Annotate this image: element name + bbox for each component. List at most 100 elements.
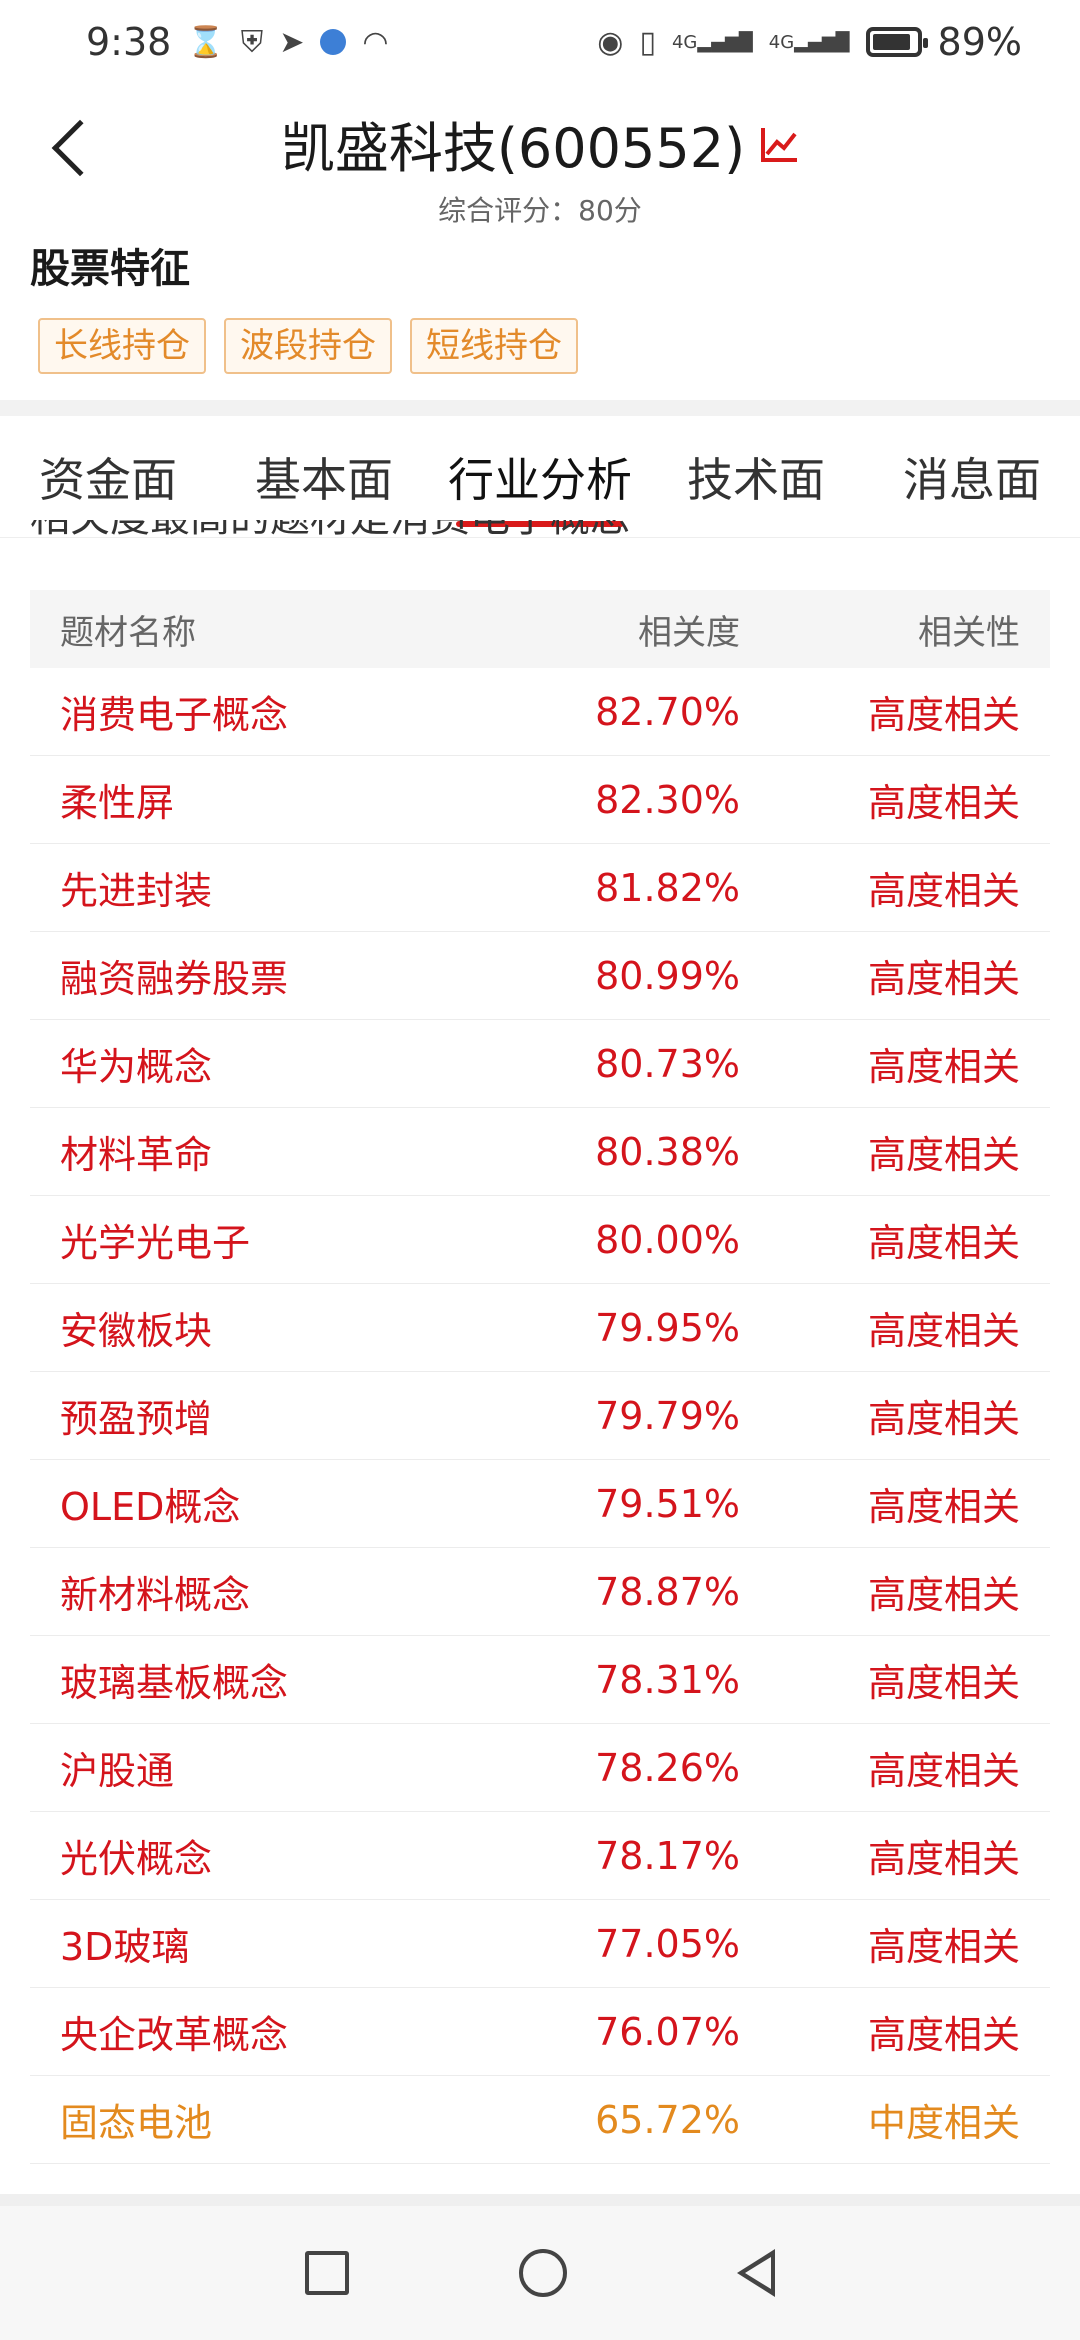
cell-score: 76.07% (595, 2009, 740, 2054)
signal-icon-2: 4G▂▄▆█ (768, 31, 850, 53)
cell-theme-name: 预盈预增 (60, 1397, 213, 1441)
cell-score: 78.17% (595, 1833, 740, 1878)
recent-apps-icon[interactable] (305, 2251, 349, 2295)
cell-score: 81.82% (595, 865, 740, 910)
table-row[interactable]: OLED概念 79.51% 高度相关 (30, 1460, 1050, 1548)
table-row[interactable]: 3D玻璃 77.05% 高度相关 (30, 1900, 1050, 1988)
cell-theme-name: 光伏概念 (60, 1837, 213, 1881)
vibrate-icon: ▯ (639, 24, 656, 60)
table-row[interactable]: 先进封装 81.82% 高度相关 (30, 844, 1050, 932)
table-row[interactable]: 融资融券股票 80.99% 高度相关 (30, 932, 1050, 1020)
tab-capital[interactable]: 资金面 (0, 416, 216, 537)
tab-fundamentals[interactable]: 基本面 (216, 416, 432, 537)
cell-relevance: 高度相关 (867, 1309, 1020, 1353)
battery-fill (872, 34, 910, 50)
page-title: 凯盛科技(600552) (281, 104, 799, 183)
cell-score: 82.30% (595, 777, 740, 822)
cell-theme-name: 央企改革概念 (60, 2013, 289, 2057)
cell-relevance: 高度相关 (867, 1573, 1020, 1617)
cell-relevance: 高度相关 (867, 1925, 1020, 1969)
status-bar-left: 9:38 ⌛ ⛨ ➤ ◠ (86, 20, 389, 64)
table-row[interactable]: 材料革命 80.38% 高度相关 (30, 1108, 1050, 1196)
trend-chart-icon[interactable] (759, 124, 799, 164)
cell-relevance: 高度相关 (867, 1837, 1020, 1881)
table-row[interactable]: 预盈预增 79.79% 高度相关 (30, 1372, 1050, 1460)
cell-relevance: 高度相关 (867, 1749, 1020, 1793)
tab-news[interactable]: 消息面 (864, 416, 1080, 537)
shield-icon: ⛨ (240, 24, 264, 60)
send-icon: ➤ (279, 24, 305, 60)
cell-theme-name: 华为概念 (60, 1045, 213, 1089)
cell-relevance: 高度相关 (867, 1045, 1020, 1089)
summary-text: 相关度最高的题材是消费电子概念 (30, 520, 630, 538)
back-triangle-icon[interactable] (737, 2249, 775, 2297)
tab-industry-analysis[interactable]: 行业分析 (432, 416, 648, 537)
cell-score: 79.51% (595, 1481, 740, 1526)
cell-relevance: 高度相关 (867, 693, 1020, 737)
table-row[interactable]: 玻璃基板概念 78.31% 高度相关 (30, 1636, 1050, 1724)
score-subtitle: 综合评分：80分 (438, 194, 642, 227)
cell-score: 78.87% (595, 1569, 740, 1614)
title-block: 凯盛科技(600552) 综合评分：80分 (0, 104, 1080, 229)
system-nav-bar (0, 2206, 1080, 2340)
stock-title: 凯盛科技(600552) (280, 117, 746, 180)
cell-theme-name: 玻璃基板概念 (60, 1661, 289, 1705)
cell-theme-name: 固态电池 (60, 2101, 213, 2145)
cell-relevance: 高度相关 (867, 1661, 1020, 1705)
battery-percent: 89% (937, 20, 1022, 64)
cell-score: 80.00% (595, 1217, 740, 1262)
table-row[interactable]: 固态电池 65.72% 中度相关 (30, 2076, 1050, 2164)
cell-theme-name: 柔性屏 (60, 781, 175, 825)
signal-icon: 4G▂▄▆█ (671, 31, 753, 53)
cell-score: 79.95% (595, 1305, 740, 1350)
cell-score: 78.31% (595, 1657, 740, 1702)
cell-relevance: 高度相关 (867, 957, 1020, 1001)
cell-relevance: 高度相关 (867, 2013, 1020, 2057)
battery-icon (865, 27, 928, 57)
tag-swing-hold[interactable]: 波段持仓 (224, 318, 392, 374)
cell-theme-name: 先进封装 (60, 869, 213, 913)
network-type-1: 4G (671, 31, 698, 53)
status-bar: 9:38 ⌛ ⛨ ➤ ◠ ◉ ▯ 4G▂▄▆█ 4G▂▄▆█ 89% (0, 0, 1080, 84)
tag-long-hold[interactable]: 长线持仓 (38, 318, 206, 374)
cell-theme-name: 3D玻璃 (60, 1925, 190, 1969)
cell-score: 80.38% (595, 1129, 740, 1174)
table-row[interactable]: 柔性屏 82.30% 高度相关 (30, 756, 1050, 844)
table-body: 消费电子概念 82.70% 高度相关 柔性屏 82.30% 高度相关 先进封装 81.82% 高… (30, 668, 1050, 2164)
wifi-icon: ◠ (362, 24, 389, 60)
table-row[interactable]: 安徽板块 79.95% 高度相关 (30, 1284, 1050, 1372)
cell-theme-name: 安徽板块 (60, 1309, 213, 1353)
feature-tags: 长线持仓 波段持仓 短线持仓 (38, 318, 578, 374)
table-row[interactable]: 光伏概念 78.17% 高度相关 (30, 1812, 1050, 1900)
cell-theme-name: 光学光电子 (60, 1221, 251, 1265)
table-row[interactable]: 沪股通 78.26% 高度相关 (30, 1724, 1050, 1812)
bottom-divider (0, 2194, 1080, 2206)
cell-relevance: 高度相关 (867, 1133, 1020, 1177)
tab-technical[interactable]: 技术面 (648, 416, 864, 537)
table-row[interactable]: 新材料概念 78.87% 高度相关 (30, 1548, 1050, 1636)
hourglass-icon: ⌛ (187, 24, 225, 60)
cell-relevance: 中度相关 (867, 2101, 1020, 2145)
header-relevance: 相关性 (918, 612, 1020, 653)
table-row[interactable]: 光学光电子 80.00% 高度相关 (30, 1196, 1050, 1284)
cell-relevance: 高度相关 (867, 869, 1020, 913)
globe-icon (320, 29, 347, 55)
table-row[interactable]: 消费电子概念 82.70% 高度相关 (30, 668, 1050, 756)
cell-score: 80.73% (595, 1041, 740, 1086)
theme-table: 题材名称 相关度 相关性 消费电子概念 82.70% 高度相关 柔性屏 82.30% 高度… (30, 590, 1050, 2164)
cell-score: 79.79% (595, 1393, 740, 1438)
home-icon[interactable] (519, 2249, 567, 2297)
header: 凯盛科技(600552) 综合评分：80分 (0, 84, 1080, 227)
section-divider (0, 400, 1080, 416)
cell-score: 82.70% (595, 689, 740, 734)
cell-theme-name: OLED概念 (60, 1485, 241, 1529)
scrolled-summary-text: 相关度最高的题材是消费电子概念 (30, 520, 630, 556)
cell-relevance: 高度相关 (867, 1221, 1020, 1265)
table-row[interactable]: 华为概念 80.73% 高度相关 (30, 1020, 1050, 1108)
cell-relevance: 高度相关 (867, 1397, 1020, 1441)
table-row[interactable]: 央企改革概念 76.07% 高度相关 (30, 1988, 1050, 2076)
tag-short-hold[interactable]: 短线持仓 (410, 318, 578, 374)
network-type-2: 4G (768, 31, 795, 53)
header-theme-name: 题材名称 (60, 612, 196, 653)
cell-relevance: 高度相关 (867, 1485, 1020, 1529)
